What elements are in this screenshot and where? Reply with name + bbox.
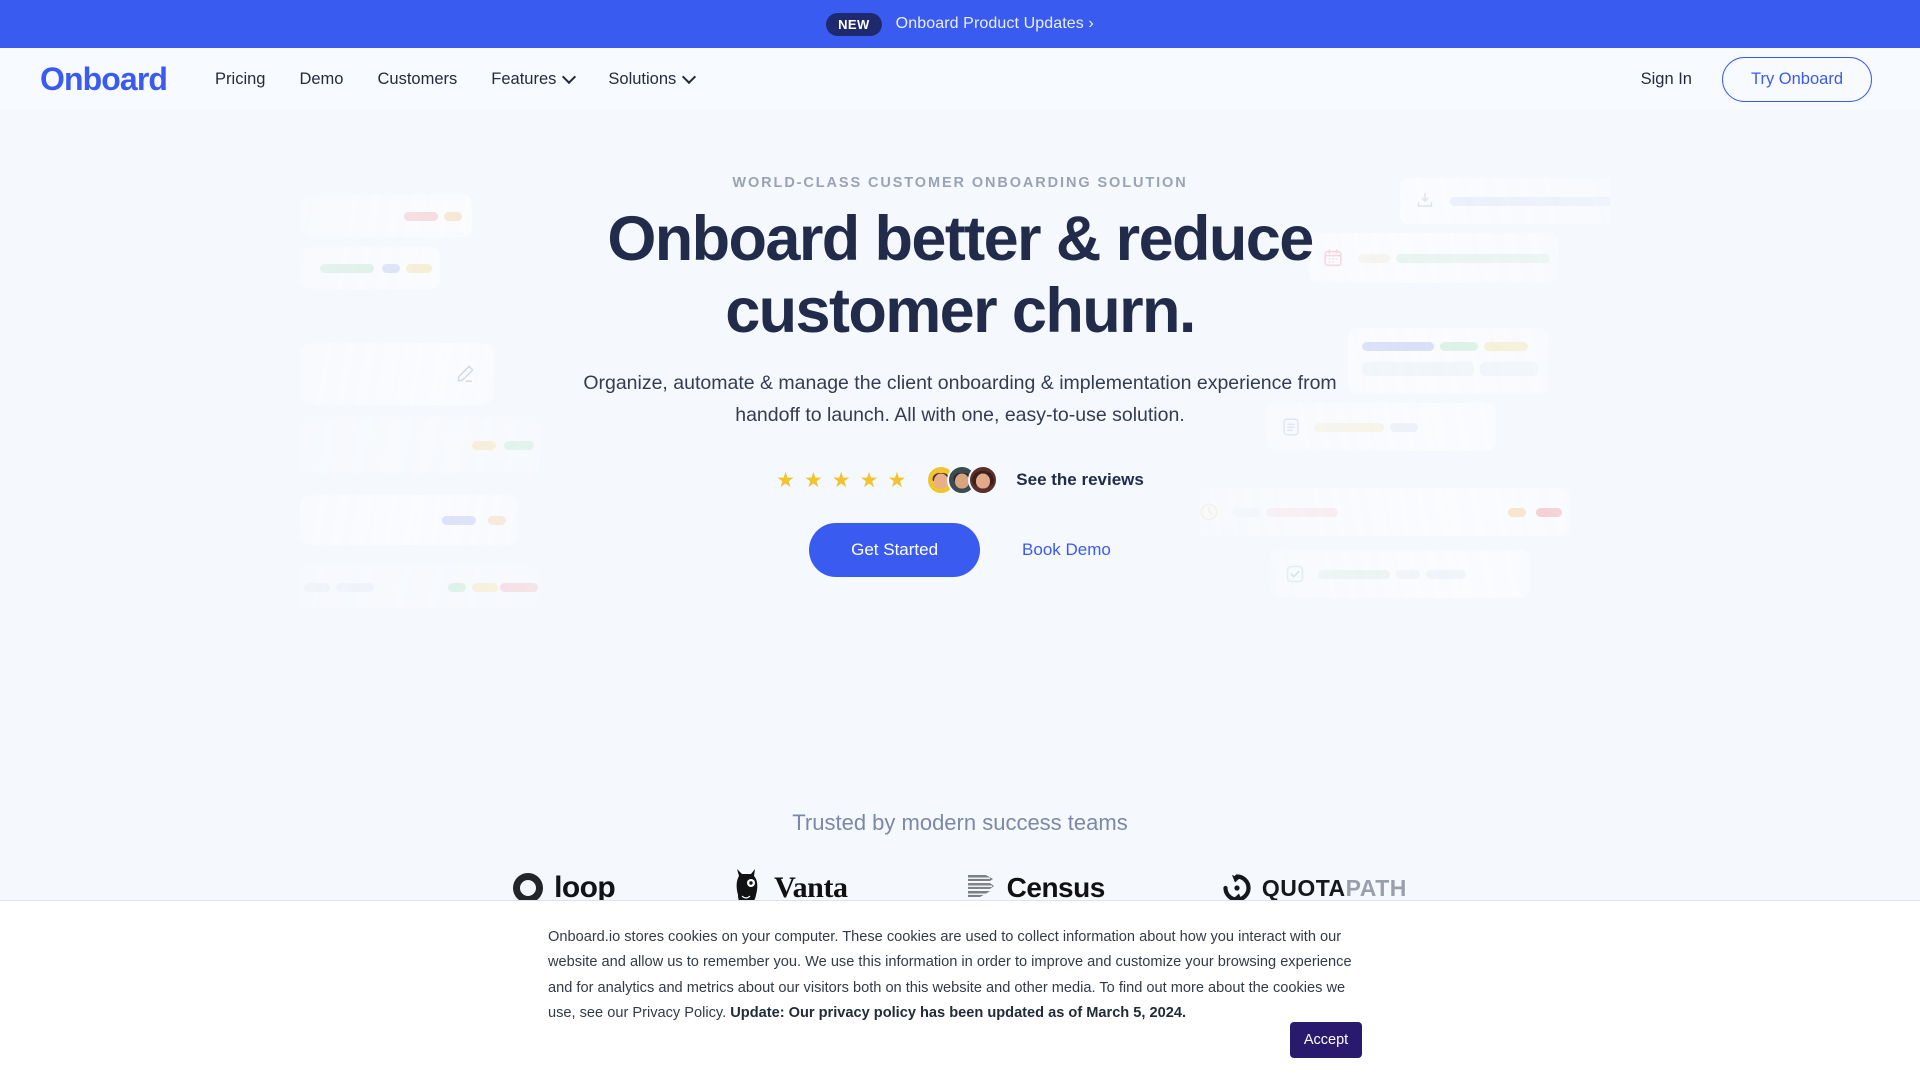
star-icon: ★ (887, 468, 907, 492)
headline-line-2: customer churn. (725, 276, 1196, 347)
book-demo-link[interactable]: Book Demo (1022, 540, 1111, 560)
see-reviews-link[interactable]: See the reviews (1016, 470, 1144, 490)
nav-label: Customers (377, 69, 458, 88)
star-icon: ★ (776, 468, 795, 492)
nav-label: Pricing (215, 69, 266, 88)
headline-line-1: Onboard better & reduce (607, 204, 1314, 274)
announcement-banner[interactable]: NEW Onboard Product Updates › (0, 0, 1920, 48)
chevron-down-icon (684, 72, 694, 82)
avatar-group (926, 465, 999, 495)
circular-arrow-icon (1223, 874, 1251, 902)
try-onboard-button[interactable]: Try Onboard (1721, 56, 1872, 102)
nav-label: Features (491, 69, 557, 88)
nav-label: Solutions (608, 69, 677, 88)
get-started-button[interactable]: Get Started (809, 523, 981, 577)
nav-item-demo[interactable]: Demo (299, 70, 343, 89)
hero-subheading: Organize, automate & manage the client o… (0, 368, 1920, 431)
brand-label: QUOTAPATH (1262, 875, 1407, 902)
nav-item-pricing[interactable]: Pricing (215, 70, 265, 89)
subhead-line-1: Organize, automate & manage the client o… (583, 372, 1337, 394)
star-icon: ★ (859, 468, 879, 492)
cookie-text: Onboard.io stores cookies on your comput… (548, 925, 1360, 1027)
accept-cookies-button[interactable]: Accept (1290, 1022, 1362, 1058)
header-actions: Sign In Try Onboard (1641, 56, 1872, 102)
announcement-link[interactable]: Onboard Product Updates › (896, 15, 1094, 33)
new-badge: NEW (826, 12, 882, 36)
subhead-line-2: handoff to launch. All with one, easy-to… (735, 403, 1185, 426)
cookie-banner: Onboard.io stores cookies on your comput… (0, 900, 1920, 1080)
hero-section: WORLD-CLASS CUSTOMER ONBOARDING SOLUTION… (0, 110, 1920, 906)
chevron-down-icon (564, 72, 574, 82)
star-icon: ★ (803, 468, 823, 492)
brand-quotapath: QUOTAPATH (1223, 874, 1407, 902)
star-icon: ★ (831, 468, 851, 492)
ring-icon (513, 873, 544, 903)
hero-eyebrow: WORLD-CLASS CUSTOMER ONBOARDING SOLUTION (732, 175, 1188, 191)
social-proof: ★ ★ ★ ★ ★ See the reviews (0, 465, 1920, 495)
nav-item-solutions[interactable]: Solutions (608, 70, 694, 89)
nav-label: Demo (299, 69, 344, 88)
site-header: Onboard Pricing Demo Customers Features … (0, 48, 1920, 110)
page-title: Onboard better & reduce customer churn. (0, 203, 1920, 348)
cookie-update-notice: Update: Our privacy policy has been upda… (730, 1005, 1187, 1022)
main-nav: Pricing Demo Customers Features Solution… (215, 70, 694, 89)
hero-cta-row: Get Started Book Demo (0, 523, 1920, 577)
nav-item-features[interactable]: Features (491, 70, 574, 89)
star-rating: ★ ★ ★ ★ ★ (776, 470, 906, 491)
brand-label-light: PATH (1345, 874, 1407, 901)
avatar (968, 465, 999, 495)
logo[interactable]: Onboard (40, 61, 168, 98)
brand-label-dark: QUOTA (1261, 874, 1346, 901)
trusted-heading: Trusted by modern success teams (792, 810, 1128, 835)
sign-in-link[interactable]: Sign In (1641, 70, 1692, 89)
clock-icon (1200, 503, 1218, 521)
nav-item-customers[interactable]: Customers (377, 70, 457, 89)
landing-page: NEW Onboard Product Updates › Onboard Pr… (0, 0, 1920, 1080)
